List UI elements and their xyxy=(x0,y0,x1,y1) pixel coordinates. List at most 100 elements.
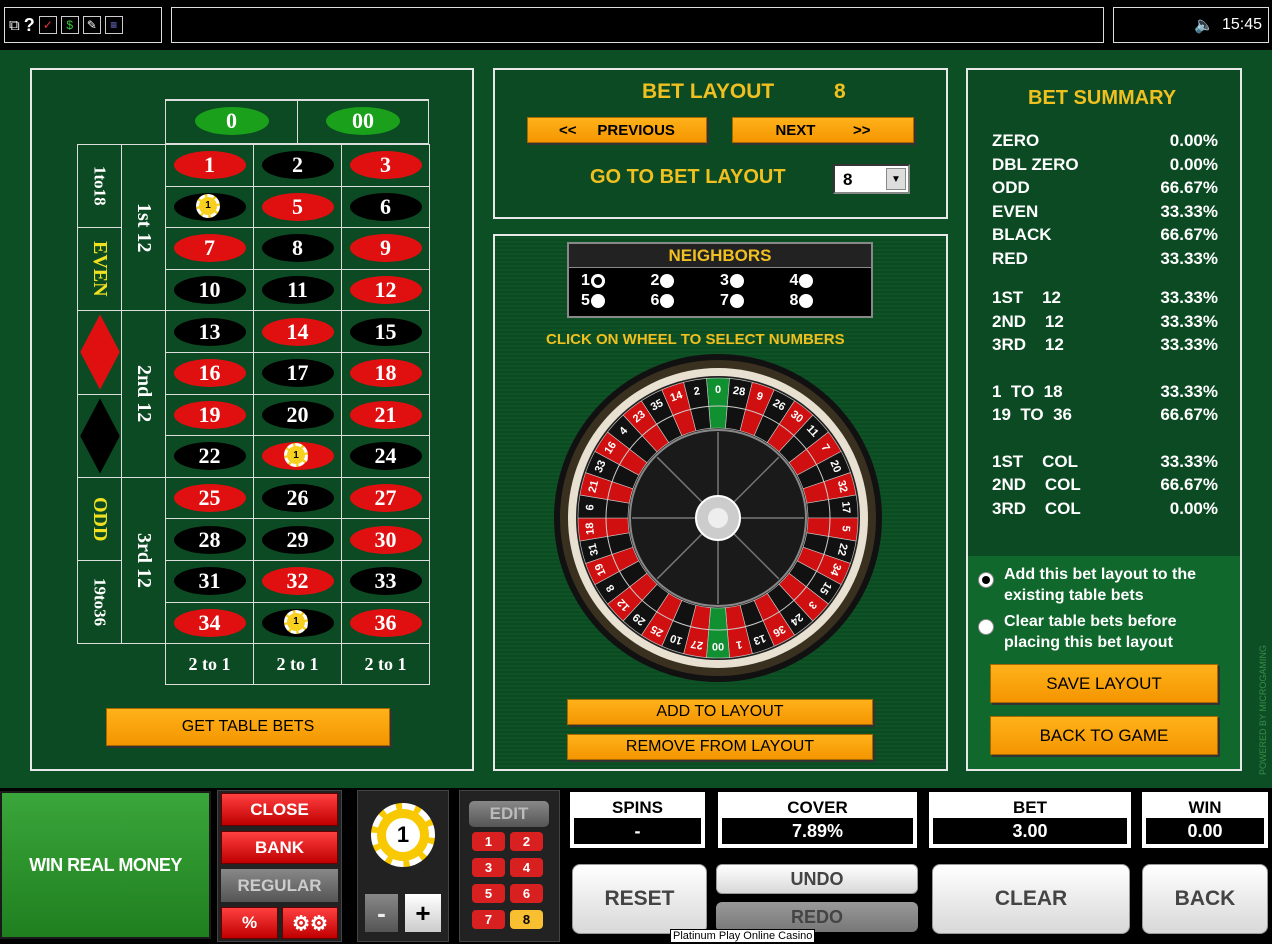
column-bet-2[interactable]: 2 to 1 xyxy=(253,643,342,686)
layout-button-3[interactable]: 3 xyxy=(472,858,505,877)
number-cell[interactable]: 7 xyxy=(165,227,254,270)
layout-button-7[interactable]: 7 xyxy=(472,910,505,929)
bet-chip[interactable]: 1 xyxy=(196,193,220,218)
option-add-radio[interactable] xyxy=(978,572,994,588)
number-cell[interactable]: 12 xyxy=(341,268,430,312)
undo-button[interactable]: UNDO xyxy=(716,864,918,894)
neighbor-option[interactable]: 4 xyxy=(790,272,860,290)
neighbor-option[interactable]: 1 xyxy=(581,272,651,290)
number-cell[interactable]: 6 xyxy=(341,185,430,229)
number-cell[interactable]: 3 xyxy=(341,144,430,187)
radio-icon[interactable] xyxy=(660,294,675,308)
neighbor-option[interactable]: 8 xyxy=(790,292,860,310)
number-cell[interactable]: 16 xyxy=(165,352,254,395)
number-cell[interactable]: 20 xyxy=(253,393,342,437)
layout-button-4[interactable]: 4 xyxy=(510,858,543,877)
number-cell[interactable]: 18 xyxy=(341,352,430,395)
radio-icon[interactable] xyxy=(590,294,605,308)
redo-button[interactable]: REDO xyxy=(716,902,918,932)
back-to-game-button[interactable]: BACK TO GAME xyxy=(990,716,1218,755)
percent-button[interactable]: % xyxy=(221,907,278,939)
radio-icon[interactable] xyxy=(799,274,814,288)
dozen-bet-3[interactable]: 3rd 12 xyxy=(121,476,166,645)
number-cell[interactable]: 13 xyxy=(165,310,254,353)
option-add-row[interactable]: Add this bet layout to the existing tabl… xyxy=(978,564,1230,606)
settings-gear-icon[interactable]: ⚙⚙ xyxy=(282,907,338,939)
number-cell[interactable]: 26 xyxy=(253,476,342,520)
number-cell[interactable]: 33 xyxy=(341,560,430,603)
radio-icon[interactable] xyxy=(590,274,605,288)
column-bet-1[interactable]: 2 to 1 xyxy=(165,643,254,686)
chip-plus-button[interactable]: + xyxy=(405,894,441,932)
number-cell[interactable]: 31 xyxy=(165,560,254,603)
neighbor-option[interactable]: 2 xyxy=(651,272,721,290)
number-cell[interactable]: 19 xyxy=(165,393,254,437)
number-cell[interactable]: 15 xyxy=(341,310,430,353)
edit-check-icon[interactable]: ✎ xyxy=(82,16,101,34)
chip-icon[interactable]: 1 xyxy=(371,803,435,867)
dozen-bet-1[interactable]: 1st 12 xyxy=(121,144,166,312)
number-cell[interactable]: 36 xyxy=(341,601,430,645)
number-cell[interactable]: 10 xyxy=(165,268,254,312)
number-cell[interactable]: 25 xyxy=(165,476,254,520)
number-cell[interactable]: 24 xyxy=(341,435,430,478)
black-bet[interactable] xyxy=(77,393,122,478)
column-bet-3[interactable]: 2 to 1 xyxy=(341,643,430,686)
number-cell[interactable]: 29 xyxy=(253,518,342,561)
odd-bet[interactable]: ODD xyxy=(77,476,122,561)
number-cell[interactable]: 5 xyxy=(253,185,342,229)
layout-button-1[interactable]: 1 xyxy=(472,832,505,851)
number-cell[interactable]: 28 xyxy=(165,518,254,561)
layout-button-6[interactable]: 6 xyxy=(510,884,543,903)
check-icon[interactable]: ✓ xyxy=(38,16,57,34)
layout-button-8[interactable]: 8 xyxy=(510,910,543,929)
radio-icon[interactable] xyxy=(729,294,744,308)
previous-button[interactable]: << PREVIOUS xyxy=(527,117,707,143)
bank-button[interactable]: BANK xyxy=(221,831,338,864)
zero-cell[interactable]: 0 xyxy=(165,99,298,144)
dozen-bet-2[interactable]: 2nd 12 xyxy=(121,310,166,478)
next-button[interactable]: NEXT >> xyxy=(732,117,914,143)
list-icon[interactable]: ≡ xyxy=(104,16,123,34)
get-table-bets-button[interactable]: GET TABLE BETS xyxy=(106,708,390,746)
volume-icon[interactable]: 🔈 xyxy=(1194,15,1214,35)
remove-from-layout-button[interactable]: REMOVE FROM LAYOUT xyxy=(567,734,873,760)
number-cell[interactable]: 22 xyxy=(165,435,254,478)
number-cell[interactable]: 34 xyxy=(165,601,254,645)
number-cell[interactable]: 9 xyxy=(341,227,430,270)
neighbor-option[interactable]: 3 xyxy=(720,272,790,290)
win-real-money-button[interactable]: WIN REAL MONEY xyxy=(0,791,211,939)
edit-button[interactable]: EDIT xyxy=(469,801,549,827)
bet-chip[interactable]: 1 xyxy=(284,609,308,634)
number-cell[interactable]: 17 xyxy=(253,352,342,395)
double-zero-cell[interactable]: 00 xyxy=(297,99,429,144)
neighbor-option[interactable]: 7 xyxy=(720,292,790,310)
number-cell[interactable]: 32 xyxy=(253,560,342,603)
low-bet[interactable]: 1to18 xyxy=(77,144,122,229)
chip-minus-button[interactable]: - xyxy=(365,894,398,932)
save-layout-button[interactable]: SAVE LAYOUT xyxy=(990,664,1218,703)
back-button[interactable]: BACK xyxy=(1142,864,1268,934)
radio-icon[interactable] xyxy=(799,294,814,308)
goto-layout-select[interactable]: 8 ▼ xyxy=(833,164,910,194)
add-to-layout-button[interactable]: ADD TO LAYOUT xyxy=(567,699,873,725)
roulette-wheel[interactable]: 0 28 9263011720321752234153243613100271025… xyxy=(552,353,888,683)
help-icon[interactable]: ? xyxy=(24,15,35,36)
window-icon[interactable]: ⧉ xyxy=(9,17,20,34)
bet-chip[interactable]: 1 xyxy=(284,443,308,468)
number-cell[interactable]: 1 xyxy=(165,144,254,187)
number-cell[interactable]: 8 xyxy=(253,227,342,270)
number-cell[interactable]: 11 xyxy=(253,268,342,312)
high-bet[interactable]: 19to36 xyxy=(77,560,122,645)
dollar-icon[interactable]: $ xyxy=(60,16,79,34)
neighbor-option[interactable]: 5 xyxy=(581,292,651,310)
radio-icon[interactable] xyxy=(729,274,744,288)
radio-icon[interactable] xyxy=(660,274,675,288)
layout-button-5[interactable]: 5 xyxy=(472,884,505,903)
neighbor-option[interactable]: 6 xyxy=(651,292,721,310)
number-cell[interactable]: 27 xyxy=(341,476,430,520)
number-cell[interactable]: 21 xyxy=(341,393,430,437)
regular-button[interactable]: REGULAR xyxy=(221,869,338,902)
even-bet[interactable]: EVEN xyxy=(77,227,122,312)
number-cell[interactable]: 2 xyxy=(253,144,342,187)
